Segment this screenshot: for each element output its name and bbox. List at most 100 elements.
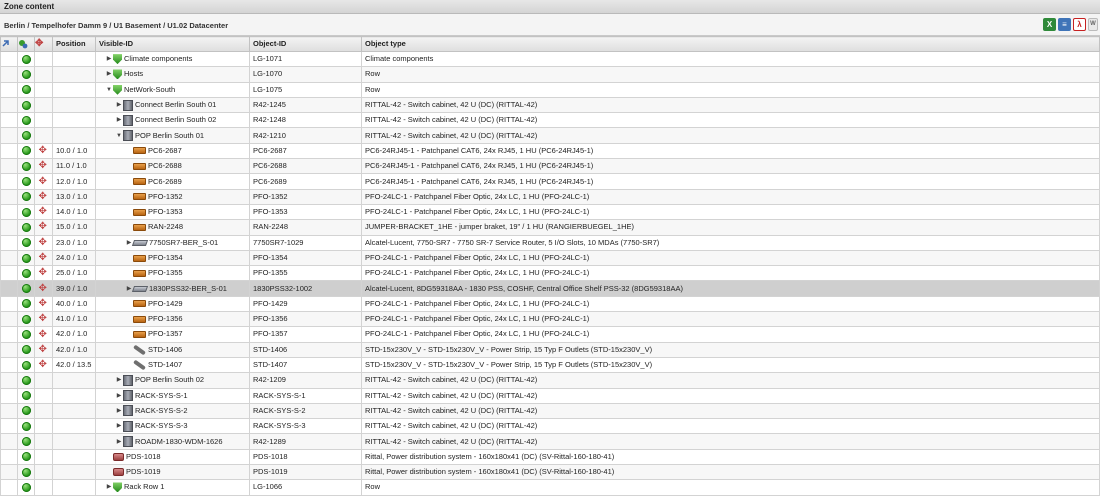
- table-row[interactable]: 11.0 / 1.0PC6-2688PC6-2688PC6-24RJ45-1 -…: [0, 158, 1100, 175]
- column-header-visible-id[interactable]: Visible-ID: [95, 36, 250, 52]
- expand-toggle-icon[interactable]: ▼: [115, 129, 123, 142]
- move-icon[interactable]: [39, 144, 49, 157]
- visible-id-label[interactable]: Hosts: [124, 68, 143, 81]
- visible-id-label[interactable]: Rack Row 1: [124, 481, 164, 494]
- table-row[interactable]: 24.0 / 1.0PFO-1354PFO-1354PFO-24LC-1 - P…: [0, 249, 1100, 267]
- move-icon[interactable]: [39, 297, 49, 310]
- visible-id-label[interactable]: PFO-1354: [148, 251, 183, 264]
- pdf-export-icon[interactable]: λ: [1073, 18, 1086, 31]
- table-row[interactable]: ▶ Hosts LG-1070 Row: [0, 66, 1100, 83]
- visible-id-label[interactable]: PFO-1353: [148, 205, 183, 218]
- table-row[interactable]: 41.0 / 1.0PFO-1356PFO-1356PFO-24LC-1 - P…: [0, 311, 1100, 328]
- table-row[interactable]: ▼ POP Berlin South 01 R42-1210 RITTAL-42 - …: [0, 127, 1100, 144]
- expand-toggle-icon[interactable]: ▶: [115, 98, 123, 111]
- table-row[interactable]: 40.0 / 1.0PFO-1429PFO-1429PFO-24LC-1 - P…: [0, 295, 1100, 313]
- visible-id-label[interactable]: RAN-2248: [148, 221, 183, 234]
- visible-id-label[interactable]: PFO-1356: [148, 313, 183, 326]
- move-icon[interactable]: [39, 160, 49, 173]
- table-row[interactable]: 13.0 / 1.0PFO-1352PFO-1352PFO-24LC-1 - P…: [0, 188, 1100, 205]
- move-icon[interactable]: [39, 221, 49, 234]
- table-row[interactable]: PDS-1019 PDS-1019 Rittal, Power distributi…: [0, 464, 1100, 481]
- expand-toggle-icon[interactable]: ▶: [115, 389, 123, 402]
- visible-id-label[interactable]: POP Berlin South 02: [135, 374, 204, 387]
- table-row[interactable]: ▶ Climate components LG-1071 Climate compon…: [0, 50, 1100, 68]
- csv-export-icon[interactable]: ≡: [1058, 18, 1071, 31]
- move-icon[interactable]: [39, 358, 49, 371]
- visible-id-label[interactable]: 7750SR7-BER_S-01: [149, 236, 218, 249]
- move-icon[interactable]: [39, 267, 49, 280]
- table-row[interactable]: 23.0 / 1.0▶7750SR7-BER_S-017750SR7-1029A…: [0, 234, 1100, 251]
- visible-id-label[interactable]: PDS-1018: [126, 450, 161, 463]
- visible-id-label[interactable]: STD-1407: [148, 358, 182, 371]
- visible-id-label[interactable]: ROADM-1830-WDM-1626: [135, 435, 223, 448]
- table-row[interactable]: ▶ Connect Berlin South 01 R42-1245 RITTAL-4…: [0, 96, 1100, 114]
- table-row[interactable]: 42.0 / 13.5STD-1407STD-1407STD-15x230V_V…: [0, 356, 1100, 374]
- expand-toggle-icon[interactable]: ▶: [115, 404, 123, 417]
- visible-id-label[interactable]: Climate components: [124, 53, 192, 66]
- status-cell: [17, 295, 35, 313]
- table-row[interactable]: 14.0 / 1.0PFO-1353PFO-1353PFO-24LC-1 - P…: [0, 203, 1100, 221]
- table-row[interactable]: 39.0 / 1.0▶1830PSS32-BER_S-011830PSS32-1…: [0, 280, 1100, 297]
- visible-id-label[interactable]: PFO-1429: [148, 297, 183, 310]
- expand-toggle-icon[interactable]: ▶: [105, 53, 113, 66]
- visible-id-label[interactable]: RACK-SYS-S-3: [135, 420, 188, 433]
- column-header-link[interactable]: [0, 36, 18, 52]
- visible-id-label[interactable]: PFO-1357: [148, 328, 183, 341]
- panel-icon: [133, 300, 146, 308]
- visible-id-label[interactable]: RACK-SYS-S-2: [135, 404, 188, 417]
- move-icon[interactable]: [39, 313, 49, 326]
- table-row[interactable]: 42.0 / 1.0PFO-1357PFO-1357PFO-24LC-1 - P…: [0, 326, 1100, 343]
- expand-toggle-icon[interactable]: ▼: [105, 83, 113, 96]
- table-row[interactable]: 12.0 / 1.0PC6-2689PC6-2689PC6-24RJ45-1 -…: [0, 173, 1100, 190]
- table-row[interactable]: ▶ POP Berlin South 02 R42-1209 RITTAL-42 - …: [0, 372, 1100, 389]
- move-icon[interactable]: [39, 343, 49, 356]
- column-header-move[interactable]: [34, 36, 53, 52]
- move-icon[interactable]: [39, 282, 49, 295]
- visible-id-label[interactable]: PFO-1352: [148, 190, 183, 203]
- table-row[interactable]: ▶ Rack Row 1 LG-1066 Row: [0, 479, 1100, 496]
- expand-toggle-icon[interactable]: ▶: [115, 374, 123, 387]
- table-row[interactable]: ▶ RACK-SYS-S-3 RACK-SYS-S-3 RITTAL-42 - Swi…: [0, 418, 1100, 435]
- expand-toggle-icon[interactable]: ▶: [105, 68, 113, 81]
- table-row[interactable]: ▶ RACK-SYS-S-1 RACK-SYS-S-1 RITTAL-42 - Swi…: [0, 387, 1100, 404]
- more-icon[interactable]: W: [1088, 18, 1098, 31]
- excel-export-icon[interactable]: X: [1043, 18, 1056, 31]
- table-row[interactable]: 42.0 / 1.0STD-1406STD-1406STD-15x230V_V …: [0, 341, 1100, 358]
- move-icon[interactable]: [39, 236, 49, 249]
- move-icon[interactable]: [39, 205, 49, 218]
- visible-id-label[interactable]: PDS-1019: [126, 466, 161, 479]
- visible-id-label[interactable]: NetWork-South: [124, 83, 175, 96]
- visible-id-label[interactable]: PC6-2687: [148, 144, 182, 157]
- move-icon[interactable]: [39, 175, 49, 188]
- move-icon[interactable]: [39, 328, 49, 341]
- table-row[interactable]: ▶ ROADM-1830-WDM-1626 R42-1289 RITTAL-42 - …: [0, 433, 1100, 450]
- visible-id-label[interactable]: PC6-2689: [148, 175, 182, 188]
- visible-id-label[interactable]: 1830PSS32-BER_S-01: [149, 282, 227, 295]
- visible-id-label[interactable]: RACK-SYS-S-1: [135, 389, 188, 402]
- expand-toggle-icon[interactable]: ▶: [115, 420, 123, 433]
- column-header-object-id[interactable]: Object-ID: [249, 36, 362, 52]
- table-row[interactable]: 25.0 / 1.0PFO-1355PFO-1355PFO-24LC-1 - P…: [0, 265, 1100, 282]
- table-row[interactable]: 15.0 / 1.0RAN-2248RAN-2248JUMPER-BRACKET…: [0, 219, 1100, 236]
- cabinet-icon: [123, 114, 133, 126]
- table-row[interactable]: ▶ RACK-SYS-S-2 RACK-SYS-S-2 RITTAL-42 - Swi…: [0, 402, 1100, 420]
- column-header-object-type[interactable]: Object type: [361, 36, 1100, 52]
- visible-id-label[interactable]: Connect Berlin South 02: [135, 114, 216, 127]
- visible-id-label[interactable]: STD-1406: [148, 343, 182, 356]
- move-icon[interactable]: [39, 251, 49, 264]
- visible-id-label[interactable]: PC6-2688: [148, 160, 182, 173]
- expand-toggle-icon[interactable]: ▶: [115, 114, 123, 127]
- table-row[interactable]: 10.0 / 1.0PC6-2687PC6-2687PC6-24RJ45-1 -…: [0, 142, 1100, 160]
- move-icon[interactable]: [39, 190, 49, 203]
- column-header-position[interactable]: Position: [52, 36, 96, 52]
- expand-toggle-icon[interactable]: ▶: [105, 481, 113, 494]
- visible-id-label[interactable]: Connect Berlin South 01: [135, 98, 216, 111]
- table-row[interactable]: ▼ NetWork-South LG-1075 Row: [0, 81, 1100, 98]
- column-header-status[interactable]: [17, 36, 35, 52]
- expand-toggle-icon[interactable]: ▶: [115, 435, 123, 448]
- visible-id-cell: PDS-1019: [95, 464, 250, 481]
- table-row[interactable]: ▶ Connect Berlin South 02 R42-1248 RITTAL-4…: [0, 112, 1100, 129]
- table-row[interactable]: PDS-1018 PDS-1018 Rittal, Power distributi…: [0, 448, 1100, 466]
- visible-id-label[interactable]: PFO-1355: [148, 267, 183, 280]
- visible-id-label[interactable]: POP Berlin South 01: [135, 129, 204, 142]
